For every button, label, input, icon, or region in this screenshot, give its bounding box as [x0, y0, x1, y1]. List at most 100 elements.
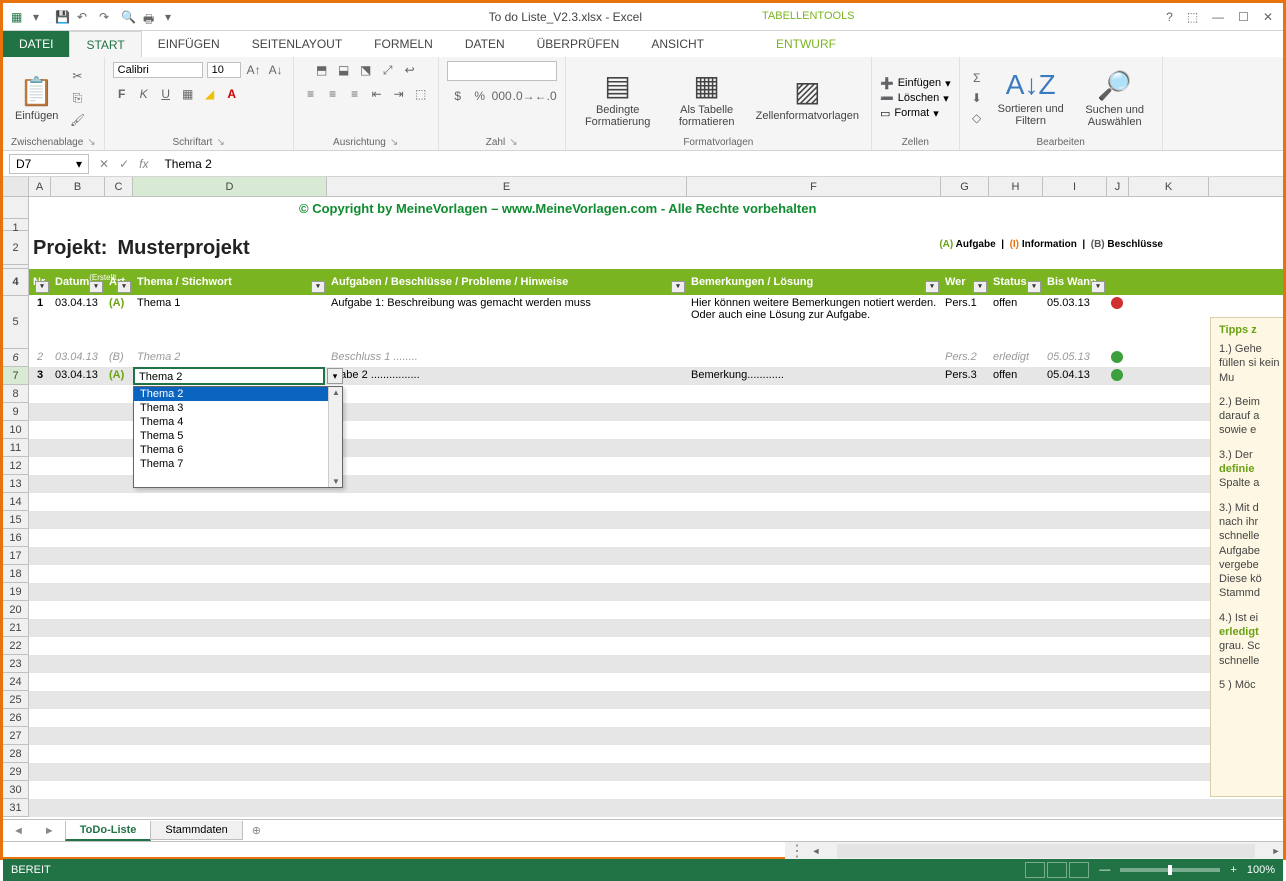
dropdown-option[interactable]: Thema 5: [134, 429, 342, 443]
tab-entwurf[interactable]: ENTWURF: [760, 31, 852, 57]
qat-more-icon[interactable]: ▾: [165, 10, 179, 24]
cancel-icon[interactable]: ✕: [99, 157, 109, 171]
close-icon[interactable]: ✕: [1263, 10, 1273, 24]
font-name-combo[interactable]: Calibri: [113, 62, 203, 78]
filter-status-icon[interactable]: ▾: [1027, 281, 1041, 293]
merge-icon[interactable]: ⬚: [412, 85, 430, 103]
font-dialog-icon[interactable]: ↘: [216, 137, 224, 148]
col-header-G[interactable]: G: [941, 177, 989, 196]
align-right-icon[interactable]: ≡: [346, 85, 364, 103]
row-header-7[interactable]: 7: [3, 367, 29, 385]
filter-bis-icon[interactable]: ▾: [1091, 281, 1105, 293]
autosum-icon[interactable]: Σ: [968, 69, 986, 87]
minimize-icon[interactable]: —: [1212, 10, 1224, 24]
tab-seitenlayout[interactable]: SEITENLAYOUT: [236, 31, 358, 57]
row-header-2[interactable]: 2: [3, 231, 29, 265]
dropdown-option[interactable]: Thema 2: [134, 387, 342, 401]
tab-einfuegen[interactable]: EINFÜGEN: [142, 31, 236, 57]
active-cell[interactable]: Thema 2: [133, 367, 325, 385]
font-size-combo[interactable]: 10: [207, 62, 241, 78]
row-header[interactable]: 14: [3, 493, 29, 511]
cell-dropdown-button[interactable]: ▾: [327, 368, 343, 384]
wrap-text-icon[interactable]: ↩: [401, 61, 419, 79]
namebox-dropdown-icon[interactable]: ▾: [76, 157, 82, 171]
tab-ueberpruefen[interactable]: ÜBERPRÜFEN: [521, 31, 636, 57]
tab-nav-next-icon[interactable]: ►: [34, 825, 65, 837]
filter-wer-icon[interactable]: ▾: [973, 281, 987, 293]
print-icon[interactable]: 🖶: [143, 10, 157, 24]
number-format-combo[interactable]: [447, 61, 557, 81]
row-header[interactable]: 22: [3, 637, 29, 655]
col-header-J[interactable]: J: [1107, 177, 1129, 196]
find-select-button[interactable]: 🔎Suchen und Auswählen: [1076, 67, 1154, 130]
row-header-6[interactable]: 6: [3, 349, 29, 367]
row-header[interactable]: 11: [3, 439, 29, 457]
row-header[interactable]: 15: [3, 511, 29, 529]
cell-dropdown-list[interactable]: Thema 2 Thema 3 Thema 4 Thema 5 Thema 6 …: [133, 386, 343, 488]
formula-input[interactable]: Thema 2: [158, 155, 1283, 173]
row-header[interactable]: 17: [3, 547, 29, 565]
fill-icon[interactable]: ⬇: [968, 89, 986, 107]
add-sheet-icon[interactable]: ⊕: [242, 824, 271, 837]
row-header[interactable]: 20: [3, 601, 29, 619]
zoom-in-icon[interactable]: +: [1230, 864, 1236, 876]
indent-dec-icon[interactable]: ⇤: [368, 85, 386, 103]
filter-aufgaben-icon[interactable]: ▾: [671, 281, 685, 293]
splitter-icon[interactable]: ⋮: [785, 841, 809, 861]
scroll-left-icon[interactable]: ◄: [809, 846, 823, 856]
enter-icon[interactable]: ✓: [119, 157, 129, 171]
font-color-icon[interactable]: A: [223, 85, 241, 103]
inc-decimal-icon[interactable]: .0→: [515, 87, 533, 105]
redo-icon[interactable]: ↷: [99, 10, 113, 24]
qat-dropdown-icon[interactable]: ▾: [33, 10, 47, 24]
cell-styles-button[interactable]: ▨Zellenformatvorlagen: [752, 73, 863, 124]
dropdown-scrollbar[interactable]: [328, 387, 342, 487]
filter-datum-icon[interactable]: ▾: [89, 281, 103, 293]
format-painter-icon[interactable]: 🖌: [68, 111, 86, 129]
row-header[interactable]: 13: [3, 475, 29, 493]
maximize-icon[interactable]: ☐: [1238, 10, 1249, 24]
dropdown-option[interactable]: Thema 6: [134, 443, 342, 457]
grow-font-icon[interactable]: A↑: [245, 61, 263, 79]
col-header-K[interactable]: K: [1129, 177, 1209, 196]
number-dialog-icon[interactable]: ↘: [509, 137, 517, 148]
tab-formeln[interactable]: FORMELN: [358, 31, 449, 57]
tab-start[interactable]: START: [69, 31, 141, 57]
row-header[interactable]: 21: [3, 619, 29, 637]
row-header[interactable]: 25: [3, 691, 29, 709]
row-header-1[interactable]: [3, 197, 29, 219]
help-icon[interactable]: ?: [1166, 10, 1173, 24]
insert-cells-button[interactable]: ➕Einfügen▾: [880, 77, 951, 90]
zoom-out-icon[interactable]: —: [1099, 864, 1110, 876]
scroll-right-icon[interactable]: ►: [1269, 846, 1283, 856]
row-header[interactable]: 24: [3, 673, 29, 691]
currency-icon[interactable]: $: [449, 87, 467, 105]
thousands-icon[interactable]: 000: [493, 87, 511, 105]
tab-datei[interactable]: DATEI: [3, 31, 69, 57]
col-header-H[interactable]: H: [989, 177, 1043, 196]
sort-filter-button[interactable]: A↓ZSortieren und Filtern: [992, 67, 1070, 129]
dropdown-option[interactable]: Thema 3: [134, 401, 342, 415]
row-header[interactable]: 10: [3, 421, 29, 439]
orientation-icon[interactable]: ⤢: [379, 61, 397, 79]
select-all-button[interactable]: [3, 177, 29, 196]
fill-color-icon[interactable]: ◢: [201, 85, 219, 103]
tab-ansicht[interactable]: ANSICHT: [635, 31, 720, 57]
paste-button[interactable]: 📋 Einfügen: [11, 73, 62, 124]
align-dialog-icon[interactable]: ↘: [390, 137, 398, 148]
copy-icon[interactable]: ⎘: [68, 89, 86, 107]
percent-icon[interactable]: %: [471, 87, 489, 105]
row-header[interactable]: 16: [3, 529, 29, 547]
align-middle-icon[interactable]: ⬓: [335, 61, 353, 79]
border-icon[interactable]: ▦: [179, 85, 197, 103]
ribbon-options-icon[interactable]: ⬚: [1187, 10, 1198, 24]
sheet-tab-stammdaten[interactable]: Stammdaten: [150, 821, 242, 840]
row-header[interactable]: 12: [3, 457, 29, 475]
filter-art-icon[interactable]: ▾: [117, 281, 131, 293]
zoom-slider[interactable]: [1120, 868, 1220, 872]
row-header[interactable]: 8: [3, 385, 29, 403]
row-header[interactable]: 30: [3, 781, 29, 799]
underline-icon[interactable]: U: [157, 85, 175, 103]
zoom-level[interactable]: 100%: [1247, 864, 1275, 876]
undo-icon[interactable]: ↶: [77, 10, 91, 24]
